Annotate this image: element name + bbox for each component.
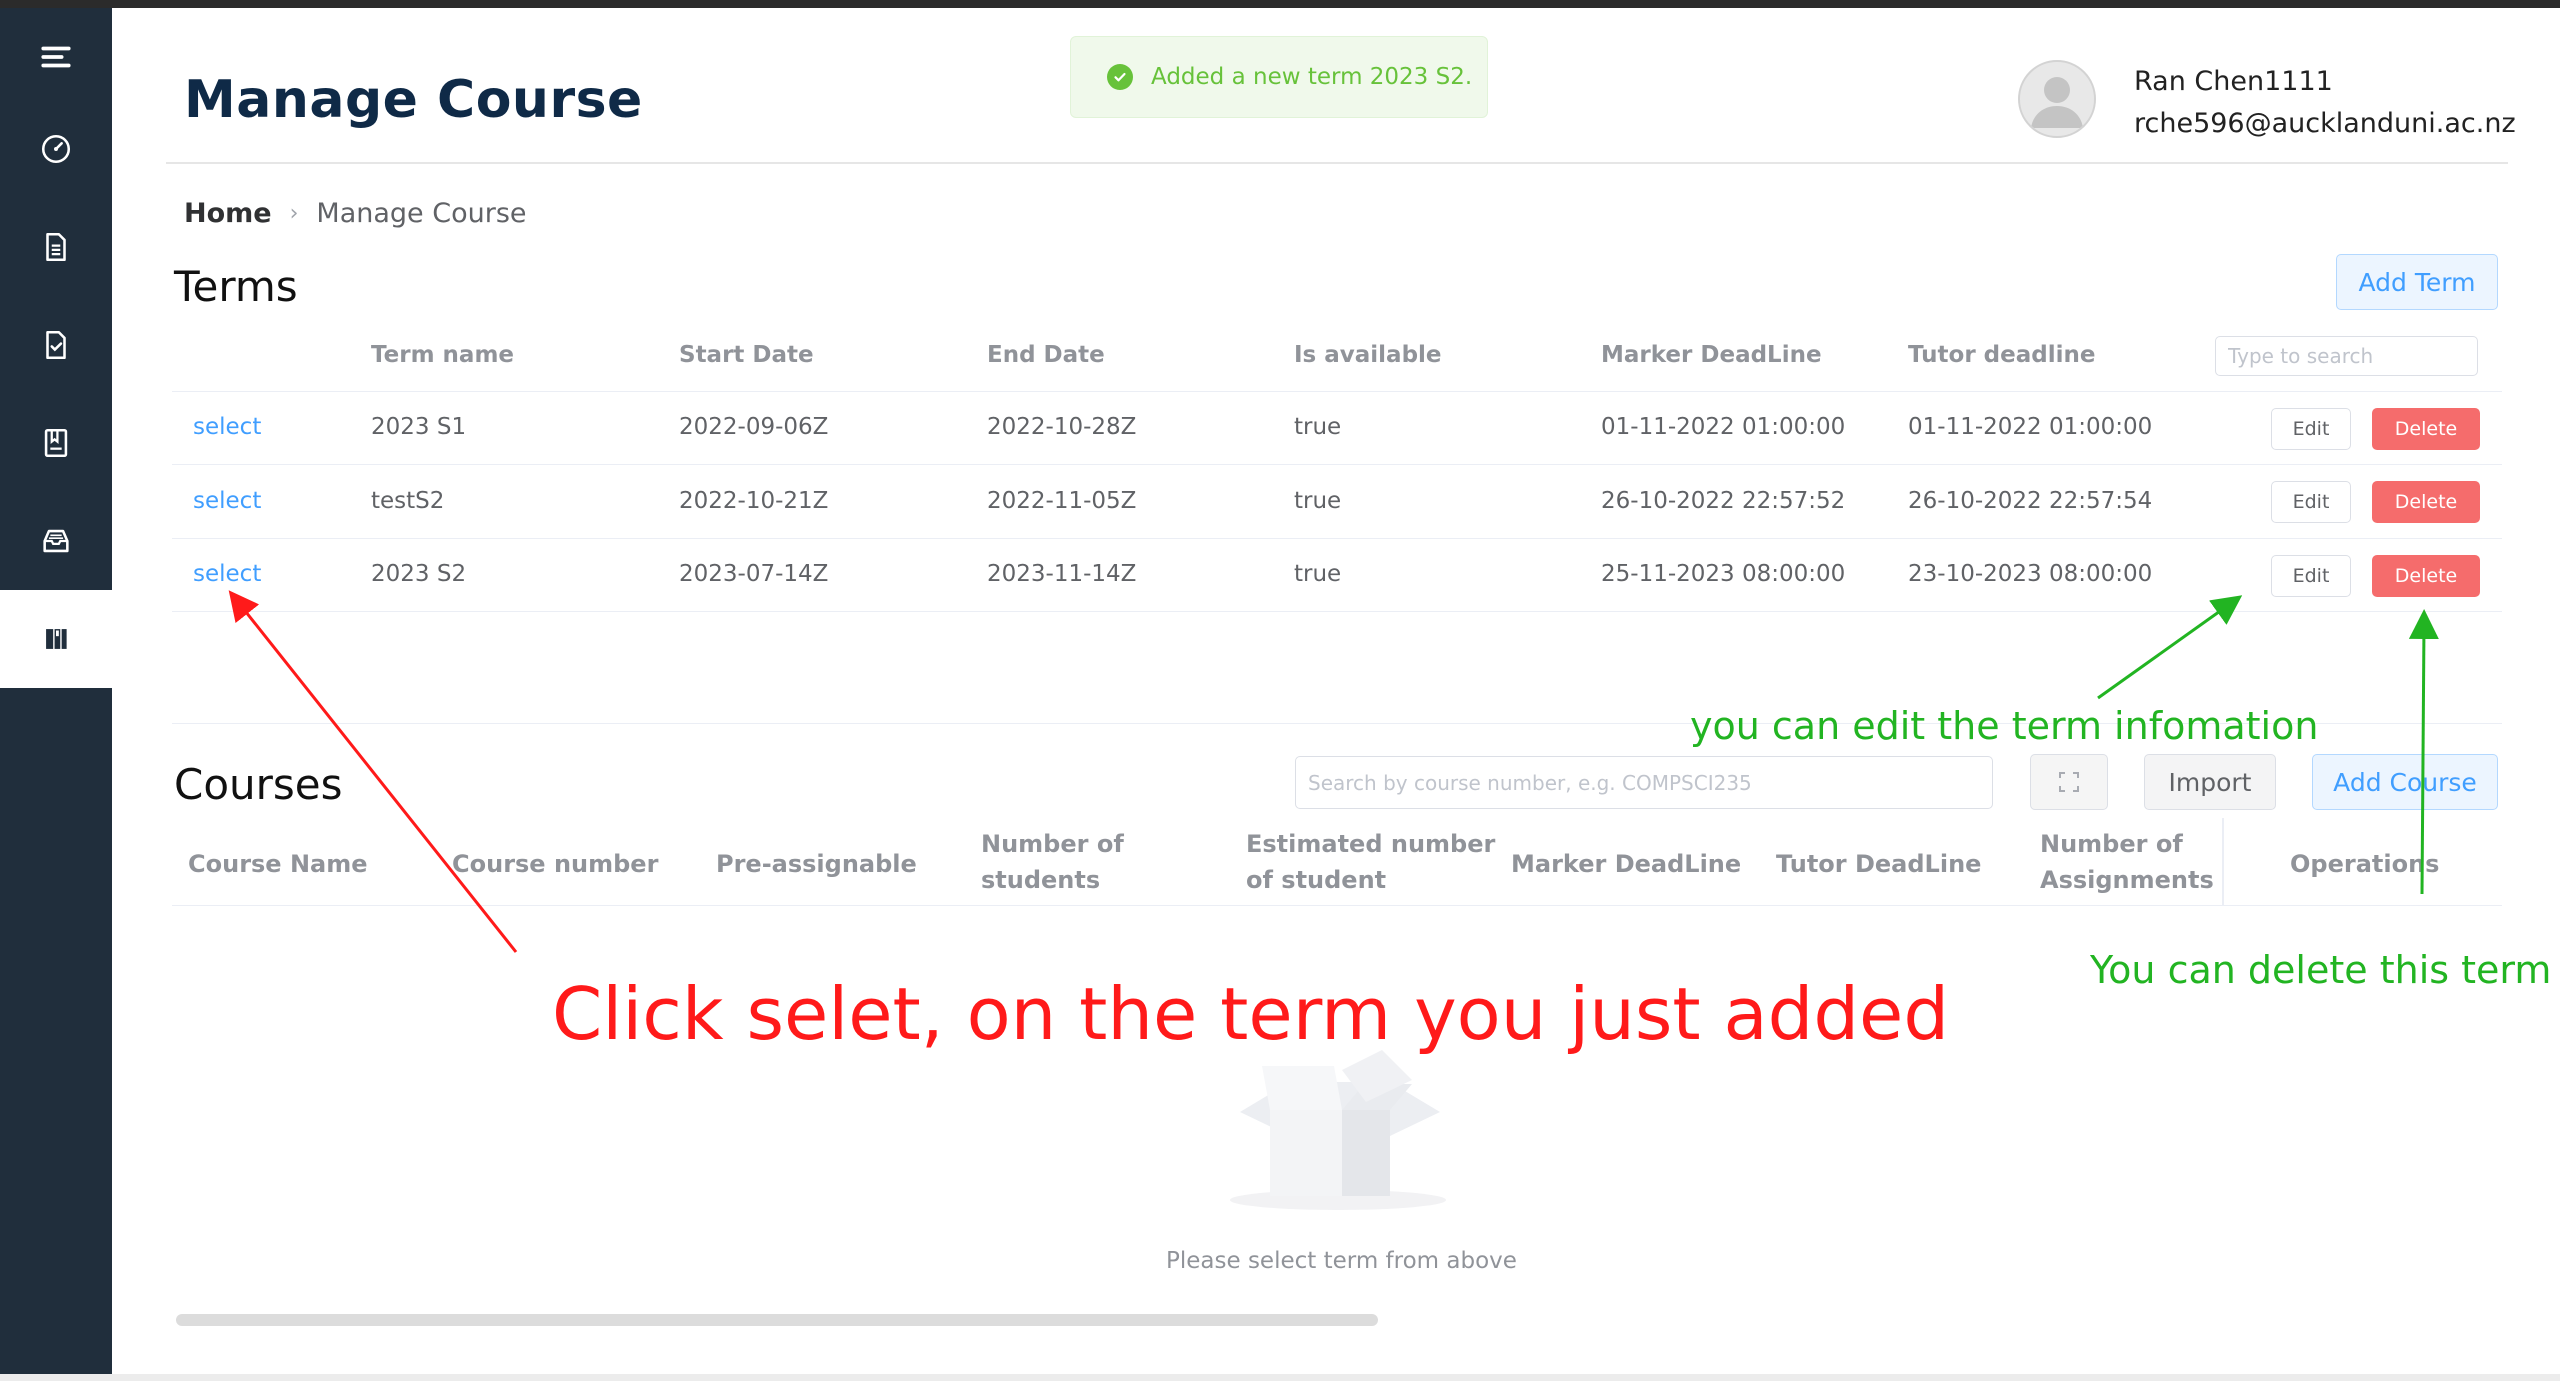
term-tutor-deadline-cell: 26-10-2022 22:57:54 [1908,488,2153,514]
import-button[interactable]: Import [2144,754,2276,810]
term-name-cell: testS2 [371,488,445,514]
column-header-marker-deadline: Marker DeadLine [1601,342,1822,368]
row-divider [172,464,2502,465]
term-start-cell: 2022-10-21Z [679,488,829,514]
add-term-button[interactable]: Add Term [2336,254,2498,310]
user-email: rche596@aucklanduni.ac.nz [2134,108,2516,139]
column-header-tutor-deadline: Tutor DeadLine [1776,850,1982,878]
sidebar [0,8,112,1374]
term-end-cell: 2022-10-28Z [987,414,1137,440]
sidebar-item-documents[interactable] [0,198,112,296]
column-header-course-name: Course Name [188,850,368,878]
row-divider [172,391,2502,392]
delete-term-button[interactable]: Delete [2372,555,2480,597]
column-header-course-number: Course number [452,850,659,878]
check-circle-icon [1107,64,1133,90]
term-name-cell: 2023 S1 [371,414,467,440]
term-search-input[interactable] [2215,336,2478,376]
fullscreen-icon [2059,772,2079,792]
courses-title: Courses [174,760,343,809]
column-header-tutor-deadline: Tutor deadline [1908,342,2096,368]
column-header-term-name: Term name [371,342,515,368]
column-header-operations: Operations [2290,850,2440,878]
user-name: Ran Chen1111 [2134,66,2333,97]
term-marker-deadline-cell: 01-11-2022 01:00:00 [1601,414,1846,440]
select-term-link[interactable]: select [193,561,261,587]
term-tutor-deadline-cell: 23-10-2023 08:00:00 [1908,561,2153,587]
term-start-cell: 2023-07-14Z [679,561,829,587]
user-icon [2031,77,2083,128]
window-bottom-bar [0,1374,2560,1381]
select-term-link[interactable]: select [193,488,261,514]
column-header-is-available: Is available [1294,342,1442,368]
edit-term-button[interactable]: Edit [2271,481,2351,523]
sidebar-item-dashboard[interactable] [0,100,112,198]
success-toast: Added a new term 2023 S2. [1070,36,1488,118]
column-header-end-date: End Date [987,342,1105,368]
sidebar-item-books[interactable] [0,394,112,492]
annotation-edit-term: you can edit the term infomation [1690,704,2319,748]
row-divider [172,611,2502,612]
breadcrumb-home[interactable]: Home [184,198,272,229]
select-term-link[interactable]: select [193,414,261,440]
document-icon [46,232,66,262]
term-available-cell: true [1294,488,1342,514]
breadcrumb-current: Manage Course [316,198,527,229]
toast-message: Added a new term 2023 S2. [1151,64,1473,90]
row-divider [172,905,2502,906]
term-end-cell: 2023-11-14Z [987,561,1137,587]
column-header-start-date: Start Date [679,342,814,368]
term-end-cell: 2022-11-05Z [987,488,1137,514]
sidebar-item-manage-course[interactable] [0,590,112,688]
sidebar-item-tasks[interactable] [0,296,112,394]
edit-term-button[interactable]: Edit [2271,408,2351,450]
annotation-delete-term: You can delete this term [2090,948,2552,992]
breadcrumb: Home › Manage Course [184,198,527,229]
menu-toggle-button[interactable] [0,8,112,106]
delete-term-button[interactable]: Delete [2372,481,2480,523]
window-top-bar [0,0,2560,8]
book-icon [44,428,68,458]
operations-divider [2222,818,2224,906]
menu-icon [41,46,71,68]
library-icon [46,629,67,649]
add-course-button[interactable]: Add Course [2312,754,2498,810]
term-tutor-deadline-cell: 01-11-2022 01:00:00 [1908,414,2153,440]
terms-title: Terms [174,262,298,311]
page-title: Manage Course [184,70,643,130]
delete-term-button[interactable]: Delete [2372,408,2480,450]
term-marker-deadline-cell: 26-10-2022 22:57:52 [1601,488,1846,514]
column-header-pre-assignable: Pre-assignable [716,850,917,878]
horizontal-scrollbar[interactable] [176,1314,1378,1326]
term-start-cell: 2022-09-06Z [679,414,829,440]
edit-term-button[interactable]: Edit [2271,555,2351,597]
term-available-cell: true [1294,561,1342,587]
term-marker-deadline-cell: 25-11-2023 08:00:00 [1601,561,1846,587]
term-name-cell: 2023 S2 [371,561,467,587]
inbox-icon [43,529,69,553]
column-header-number-of-assignments: Number of Assignments [2040,830,2214,894]
header-divider [166,162,2508,164]
column-header-number-of-students: Number of students [981,830,1124,894]
sidebar-item-inbox[interactable] [0,492,112,590]
checklist-icon [46,330,66,360]
green-arrow-edit [2097,595,2243,700]
row-divider [172,538,2502,539]
term-available-cell: true [1294,414,1342,440]
chevron-right-icon: › [289,201,299,226]
dashboard-icon [41,134,71,164]
fullscreen-button[interactable] [2030,754,2108,810]
course-search-input[interactable] [1295,756,1993,809]
column-header-marker-deadline: Marker DeadLine [1511,850,1742,878]
annotation-select-term: Click selet, on the term you just added [552,972,1950,1056]
empty-state-text: Please select term from above [1166,1248,1517,1274]
avatar[interactable] [2018,60,2096,138]
column-header-estimated-number: Estimated number of student [1246,830,1496,894]
